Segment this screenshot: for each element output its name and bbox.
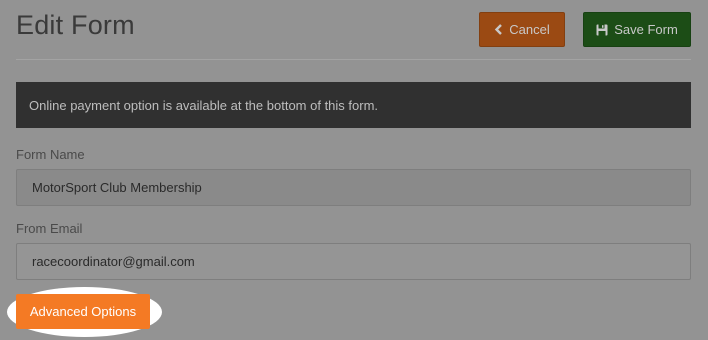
chevron-left-icon [494,24,503,35]
save-form-button-label: Save Form [614,22,678,37]
from-email-field[interactable]: racecoordinator@gmail.com [16,243,691,280]
cancel-button-label: Cancel [509,22,550,37]
payment-notice-banner: Online payment option is available at th… [16,82,691,128]
header-divider [16,59,691,60]
payment-notice-text: Online payment option is available at th… [29,97,379,113]
form-name-label: Form Name [16,147,85,162]
advanced-options-button[interactable]: Advanced Options [16,294,150,329]
save-form-button[interactable]: Save Form [583,12,691,47]
from-email-label: From Email [16,221,83,236]
form-name-value: MotorSport Club Membership [32,180,202,195]
form-name-field[interactable]: MotorSport Club Membership [16,169,691,206]
cancel-button[interactable]: Cancel [479,12,565,47]
floppy-disk-icon [596,24,608,36]
page-title: Edit Form [16,10,135,40]
from-email-value: racecoordinator@gmail.com [32,254,195,269]
advanced-options-label: Advanced Options [29,304,137,319]
